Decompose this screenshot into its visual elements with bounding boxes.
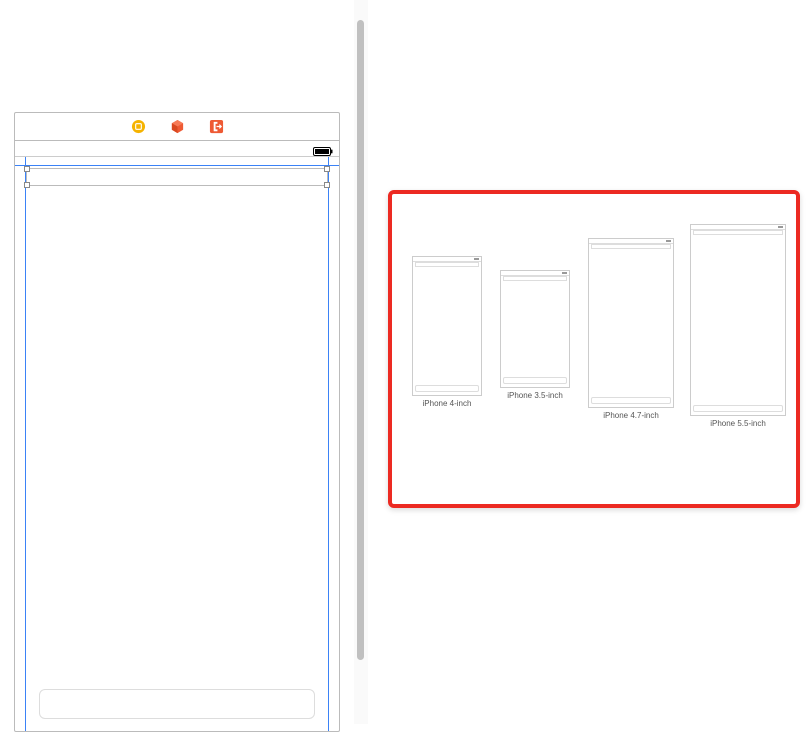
preview-iphone-5-5-inch[interactable]: iPhone 5.5-inch [690, 224, 786, 428]
vertical-scrollbar-track[interactable] [354, 0, 368, 724]
preview-device-frame [412, 256, 482, 396]
preview-label: iPhone 5.5-inch [710, 419, 766, 428]
preview-device-frame [690, 224, 786, 416]
preview-iphone-4-7-inch[interactable]: iPhone 4.7-inch [588, 238, 674, 420]
resize-handle-bottom-right[interactable] [324, 182, 330, 188]
resize-handle-top-right[interactable] [324, 166, 330, 172]
vertical-scrollbar-thumb[interactable] [357, 20, 364, 660]
preview-iphone-4-inch[interactable]: iPhone 4-inch [412, 256, 482, 408]
device-status-bar [15, 141, 339, 157]
layout-guide-top [15, 165, 339, 166]
layout-guide-leading [25, 157, 26, 731]
preview-device-frame [588, 238, 674, 408]
preview-label: iPhone 4.7-inch [603, 411, 659, 420]
interface-builder-canvas[interactable] [14, 112, 340, 732]
resize-handle-bottom-left[interactable] [24, 182, 30, 188]
scene-dock-toolbar [15, 113, 339, 141]
bottom-text-field[interactable] [39, 689, 315, 719]
layout-guide-trailing [328, 157, 329, 731]
exit-segue-icon[interactable] [209, 119, 224, 134]
preview-device-frame [500, 270, 570, 388]
view-controller-frame[interactable] [15, 141, 339, 731]
battery-icon [313, 143, 333, 152]
preview-iphone-3-5-inch[interactable]: iPhone 3.5-inch [500, 270, 570, 400]
assistant-preview-panel: iPhone 4-inch iPhone 3.5-inch iPhone 4.7… [388, 190, 800, 508]
resize-handle-top-left[interactable] [24, 166, 30, 172]
preview-label: iPhone 3.5-inch [507, 391, 563, 400]
cube-icon[interactable] [170, 119, 185, 134]
selected-view-element[interactable] [26, 168, 328, 186]
preview-label: iPhone 4-inch [423, 399, 472, 408]
stack-icon[interactable] [131, 119, 146, 134]
